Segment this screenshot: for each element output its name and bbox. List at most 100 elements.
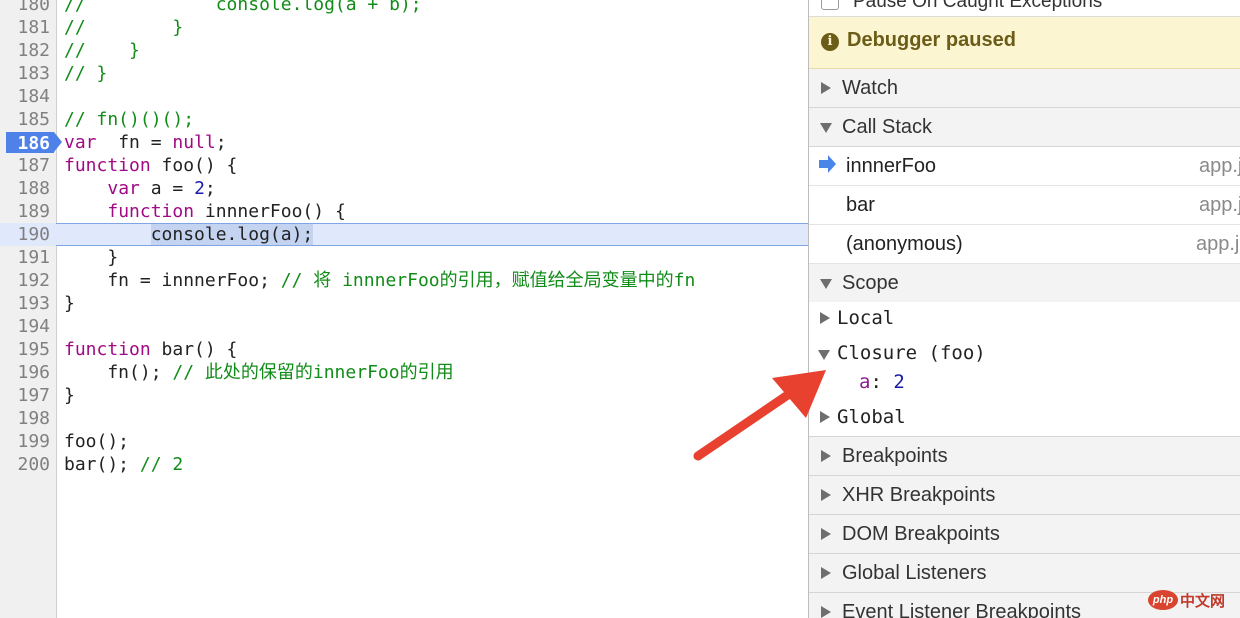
watermark-text: 中文网	[1180, 593, 1226, 610]
php-watermark: php 中文网	[1148, 588, 1236, 612]
code-token: function	[107, 201, 195, 222]
code-token: // }	[64, 40, 140, 61]
code-text: console.log(a);	[64, 223, 314, 246]
code-text: bar(); // 2	[64, 453, 183, 476]
code-line: 185 // fn()()();	[0, 108, 808, 131]
scope-local-label: Local	[837, 307, 895, 329]
call-frame-file-link[interactable]: app.js	[1199, 155, 1240, 178]
php-logo: php	[1148, 590, 1178, 610]
watch-pane-header[interactable]: Watch	[809, 69, 1240, 108]
global-listeners-title: Global Listeners	[842, 562, 987, 584]
pause-on-caught-exceptions-checkbox[interactable]	[821, 0, 839, 10]
line-number[interactable]: 180	[0, 0, 50, 16]
line-number[interactable]: 185	[0, 108, 50, 131]
code-token: innnerFoo() {	[194, 201, 346, 222]
code-token: a =	[139, 178, 195, 199]
call-frame-anonymous[interactable]: (anonymous) app.js	[809, 225, 1240, 264]
code-line: 186 var fn = null;	[0, 131, 808, 154]
xhr-breakpoints-title: XHR Breakpoints	[842, 484, 996, 506]
code-token: function	[64, 339, 151, 360]
line-number[interactable]: 191	[0, 246, 50, 269]
expand-triangle-icon[interactable]	[820, 312, 830, 324]
code-text: }	[64, 292, 75, 315]
call-frame-function: (anonymous)	[846, 233, 963, 255]
line-number[interactable]: 183	[0, 62, 50, 85]
call-frame-innnerfoo[interactable]: innnerFoo app.js	[809, 147, 1240, 186]
scope-local[interactable]: Local	[809, 303, 1240, 335]
code-token: fn =	[96, 132, 173, 153]
code-text: function innnerFoo() {	[64, 200, 346, 223]
expand-triangle-icon	[821, 606, 831, 618]
scope-property-separator: :	[870, 371, 894, 393]
call-frame-file-link[interactable]: app.js	[1196, 233, 1240, 256]
line-number[interactable]: 197	[0, 384, 50, 407]
scope-tree: Local Closure (foo) a: 2 Global	[809, 302, 1240, 437]
code-line: 199 foo();	[0, 430, 808, 453]
debugger-sidebar: Pause On Caught Exceptions i Debugger pa…	[808, 0, 1240, 618]
code-token: fn();	[64, 362, 173, 383]
scope-global[interactable]: Global	[809, 402, 1240, 434]
line-number[interactable]: 196	[0, 361, 50, 384]
code-token: null	[172, 132, 216, 153]
code-token: // }	[64, 63, 108, 84]
code-token: ;	[215, 132, 227, 153]
code-text: var fn = null;	[64, 131, 227, 154]
line-number[interactable]: 195	[0, 338, 50, 361]
line-number[interactable]: 181	[0, 16, 50, 39]
scope-property-name: a	[859, 371, 871, 393]
expand-triangle-icon	[821, 489, 831, 501]
code-token: bar() {	[150, 339, 238, 360]
code-line: 183 // }	[0, 62, 808, 85]
breakpoints-pane-header[interactable]: Breakpoints	[809, 437, 1240, 476]
collapse-triangle-icon	[820, 279, 832, 289]
call-stack-title: Call Stack	[842, 116, 933, 138]
xhr-breakpoints-pane-header[interactable]: XHR Breakpoints	[809, 476, 1240, 515]
line-number[interactable]: 194	[0, 315, 50, 338]
code-line: 189 function innnerFoo() {	[0, 200, 808, 223]
event-listener-breakpoints-title: Event Listener Breakpoints	[842, 601, 1082, 618]
line-number[interactable]: 182	[0, 39, 50, 62]
code-line: 196 fn(); // 此处的保留的innerFoo的引用	[0, 361, 808, 384]
code-editor[interactable]: 180// console.log(a + b); 181// } 182// } 1…	[0, 0, 808, 618]
code-text: foo();	[64, 430, 129, 453]
call-frame-function: innnerFoo	[846, 155, 937, 177]
call-stack-pane-header[interactable]: Call Stack	[809, 108, 1240, 147]
scope-property-a[interactable]: a: 2	[809, 367, 1240, 399]
pause-on-caught-exceptions-row[interactable]: Pause On Caught Exceptions	[809, 0, 1240, 17]
line-number[interactable]: 199	[0, 430, 50, 453]
breakpoint-marker[interactable]: 186	[6, 132, 62, 154]
code-line: 187 function foo() {	[0, 154, 808, 177]
code-token: // fn()()();	[64, 109, 195, 130]
dom-breakpoints-pane-header[interactable]: DOM Breakpoints	[809, 515, 1240, 554]
code-token: var	[64, 132, 97, 153]
line-number[interactable]: 192	[0, 269, 50, 292]
line-number[interactable]: 193	[0, 292, 50, 315]
expand-triangle-icon	[821, 567, 831, 579]
scope-global-label: Global	[837, 406, 906, 428]
code-line: 180 // console.log(a + b);	[0, 0, 808, 16]
code-line: 197}	[0, 384, 808, 407]
line-number[interactable]: 200	[0, 453, 50, 476]
line-number[interactable]: 187	[0, 154, 50, 177]
code-text: function bar() {	[64, 338, 237, 361]
watch-title: Watch	[842, 77, 898, 99]
scope-pane-header[interactable]: Scope	[809, 264, 1240, 303]
line-number[interactable]: 198	[0, 407, 50, 430]
line-number[interactable]: 190	[0, 223, 50, 246]
scope-closure[interactable]: Closure (foo)	[809, 338, 1240, 370]
code-line: 195 function bar() {	[0, 338, 808, 361]
collapse-triangle-icon[interactable]	[818, 350, 830, 360]
line-number[interactable]: 189	[0, 200, 50, 223]
call-frame-file-link[interactable]: app.js	[1199, 194, 1240, 217]
code-token: }	[64, 293, 75, 314]
call-frame-bar[interactable]: bar app.js	[809, 186, 1240, 225]
line-number[interactable]: 184	[0, 85, 50, 108]
code-token: }	[64, 247, 119, 268]
line-number[interactable]: 188	[0, 177, 50, 200]
code-line: 184	[0, 85, 808, 108]
code-text: }	[64, 246, 118, 269]
code-token: // 2	[139, 454, 184, 475]
code-token: console.log(a);	[150, 224, 314, 245]
scope-closure-label: Closure (foo)	[837, 342, 986, 364]
